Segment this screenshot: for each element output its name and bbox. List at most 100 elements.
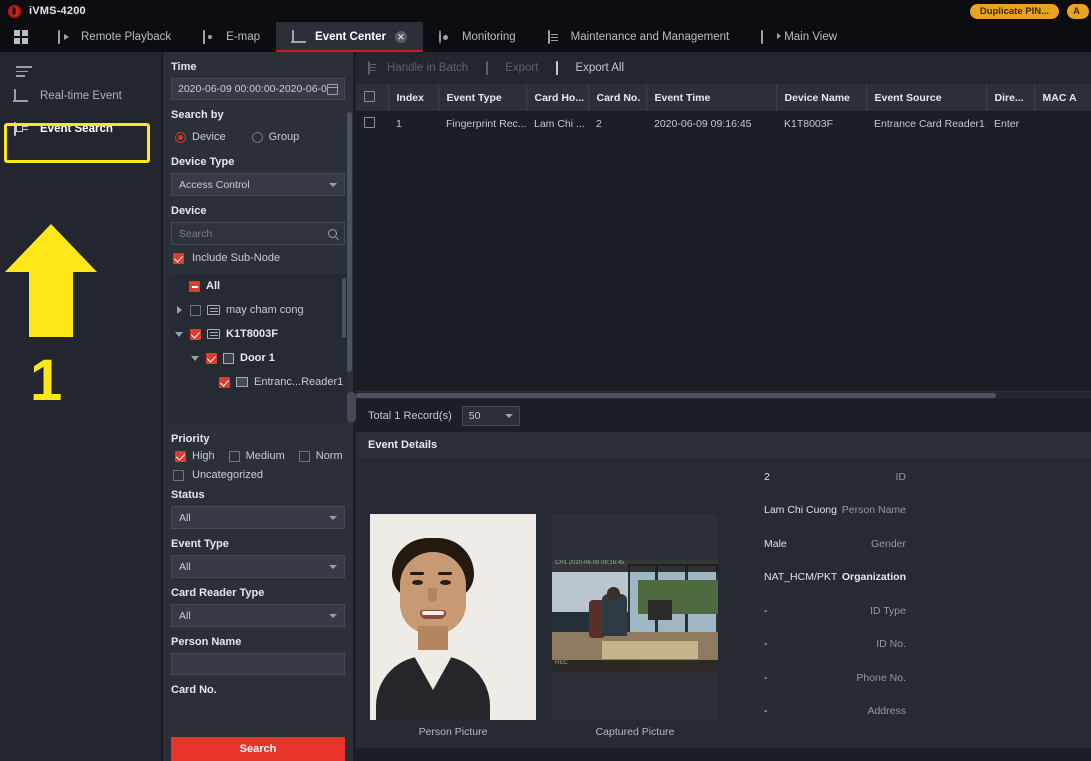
export-button[interactable]: Export [486,60,538,75]
playback-icon [58,29,74,44]
person-name-input[interactable] [171,653,345,675]
cell-event-type: Fingerprint Rec... [438,111,526,137]
device-search-input[interactable]: Search [171,222,345,245]
checkbox-icon[interactable] [364,90,375,102]
nav-tab-monitoring[interactable]: Monitoring [423,22,532,52]
column-device-name[interactable]: Device Name [776,84,867,111]
main-content-area: Handle in Batch Export Export All Index … [356,52,1091,761]
device-tree: All may cham cong K1T8003F Door 1 Entran… [169,274,347,424]
filter-panel-scrollbar[interactable] [347,112,352,372]
select-all-header[interactable] [356,84,389,111]
magnifier-icon[interactable] [328,229,337,238]
nav-tab-event-center[interactable]: Event Center ✕ [276,22,423,52]
sidebar-item-event-search[interactable]: Event Search [0,113,162,146]
priority-normal-checkbox[interactable]: Norm [298,450,343,462]
priority-label-item: Norm [315,450,343,462]
radio-indicator-icon [251,131,263,143]
card-reader-type-value: All [179,609,191,622]
close-icon[interactable]: ✕ [394,31,407,43]
event-search-icon [14,121,30,136]
tree-node-k1t8003f[interactable]: K1T8003F [169,322,347,346]
tree-scrollbar[interactable] [342,278,346,338]
column-card-holder[interactable]: Card Ho... [526,84,589,111]
secondary-alert-badge[interactable]: A [1067,3,1089,19]
column-mac-address[interactable]: MAC A [1034,84,1091,111]
panel-splitter-handle[interactable] [347,392,356,422]
person-photo-image [370,514,536,720]
detail-value: Male [764,538,787,550]
nav-tab-main-view[interactable]: Main View [745,22,853,52]
priority-medium-checkbox[interactable]: Medium [228,450,285,462]
priority-high-checkbox[interactable]: High [175,450,215,462]
priority-label: Priority [171,433,210,445]
person-picture[interactable] [370,514,536,720]
device-icon [207,329,220,339]
device-icon [207,305,220,315]
nav-tab-label: Monitoring [461,31,516,43]
search-button[interactable]: Search [171,737,345,761]
duplicate-pin-badge[interactable]: Duplicate PIN... [969,3,1059,19]
column-event-source[interactable]: Event Source [866,84,987,111]
page-size-value: 50 [468,409,481,422]
tree-node-all[interactable]: All [169,274,347,298]
person-name-label: Person Name [171,636,242,648]
row-select-checkbox[interactable] [356,111,388,137]
radio-label: Group [268,131,300,143]
checkbox-icon[interactable] [206,352,217,364]
nav-tab-maintenance-and-management[interactable]: Maintenance and Management [532,22,746,52]
hamburger-icon[interactable] [0,52,162,77]
checkbox-icon[interactable] [190,328,201,340]
chevron-right-icon[interactable] [175,305,184,315]
column-index[interactable]: Index [388,84,439,111]
priority-uncategorized-checkbox[interactable]: Uncategorized [163,462,353,487]
nav-tab-remote-playback[interactable]: Remote Playback [42,22,187,52]
cell-device-name: K1T8003F [776,111,866,137]
handle-in-batch-button[interactable]: Handle in Batch [368,60,468,75]
page-size-select[interactable]: 50 [461,405,520,426]
sidebar-item-real-time-event[interactable]: Real-time Event [0,80,162,113]
chevron-down-icon [504,413,513,418]
export-all-button[interactable]: Export All [556,60,625,75]
nav-tab-e-map[interactable]: E-map [187,22,276,52]
time-range-input[interactable]: 2020-06-09 00:00:00-2020-06-0... [171,78,345,100]
app-grid-icon[interactable] [0,22,42,52]
button-label: Export All [575,62,625,74]
emap-icon [203,29,219,44]
event-type-select[interactable]: All [171,555,345,578]
ivms-application-window: iVMS-4200 Remote Playback E-map Event Ce… [0,0,1091,761]
column-event-type[interactable]: Event Type [438,84,527,111]
annotation-step-number: 1 [30,348,63,413]
column-event-time[interactable]: Event Time [646,84,777,111]
column-direction[interactable]: Dire... [986,84,1035,111]
chevron-down-icon [329,564,337,569]
calendar-icon[interactable] [327,83,338,95]
card-reader-type-select[interactable]: All [171,604,345,627]
status-select[interactable]: All [171,506,345,529]
chevron-down-icon[interactable] [175,330,184,339]
include-sub-node-checkbox[interactable]: Include Sub-Node [163,245,353,270]
device-type-select[interactable]: Access Control [171,173,345,196]
column-card-no[interactable]: Card No. [588,84,647,111]
checkbox-icon[interactable] [219,376,230,388]
priority-checkbox-group: High Medium Norm [163,450,353,462]
checkbox-icon[interactable] [189,280,200,292]
event-type-label: Event Type [171,538,229,550]
checkbox-icon[interactable] [190,304,201,316]
bell-icon [292,29,308,44]
tree-node-entrance-card-reader1[interactable]: Entranc...Reader1 [169,370,347,394]
captured-picture[interactable]: CH1 2020-06-09 09:16:45 REC [552,514,718,720]
monitoring-icon [438,29,455,44]
door-icon [223,352,234,364]
radio-group[interactable]: Group [251,131,300,143]
tree-node-may-cham-cong[interactable]: may cham cong [169,298,347,322]
up-arrow-annotation [5,224,97,337]
checkbox-icon[interactable] [364,117,375,128]
table-horizontal-scrollbar[interactable] [356,392,1091,399]
chevron-down-icon[interactable] [191,354,200,363]
checkbox-icon [173,469,184,481]
table-row[interactable]: 1 Fingerprint Rec... Lam Chi ... 2 2020-… [356,111,1091,137]
tree-node-door-1[interactable]: Door 1 [169,346,347,370]
radio-device[interactable]: Device [175,131,226,143]
results-footer: Total 1 Record(s) 50 [356,399,1091,432]
checkbox-icon [228,450,240,462]
